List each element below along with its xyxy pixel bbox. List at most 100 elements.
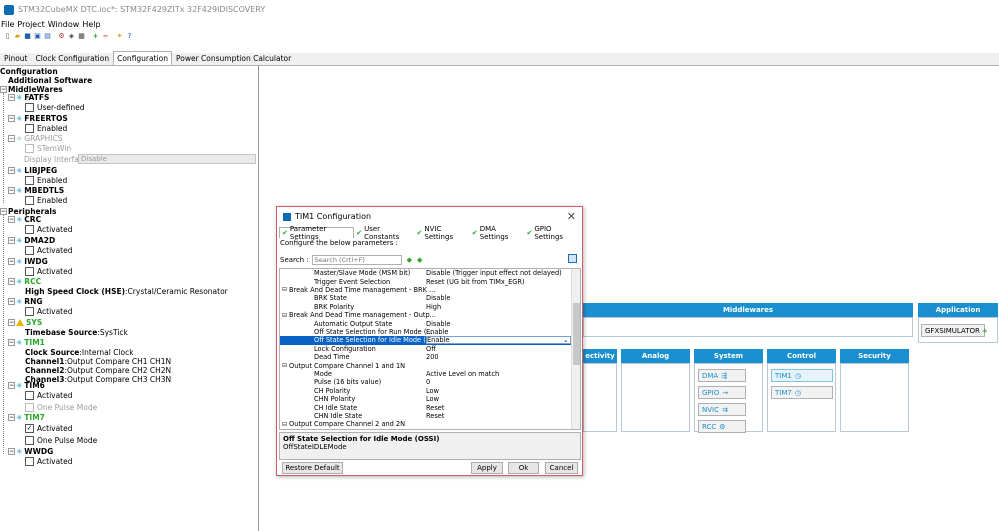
parameter-group-row[interactable]: ⊟ Break And Dead Time management - BRK ..… xyxy=(280,286,571,294)
search-input[interactable] xyxy=(311,254,402,265)
vertical-scrollbar[interactable] xyxy=(571,269,580,429)
save-icon[interactable]: ■ xyxy=(23,32,32,41)
collapse-icon[interactable]: − xyxy=(8,318,15,326)
parameter-row[interactable]: BRK Polarity High xyxy=(280,303,571,311)
collapse-icon[interactable]: − xyxy=(8,186,15,194)
parameter-row[interactable]: CHN Idle State Reset xyxy=(280,412,571,420)
checkbox[interactable] xyxy=(25,435,34,445)
tree-rcc[interactable]: − ✳ RCC xyxy=(8,276,41,286)
collapse-icon[interactable]: ⊟ xyxy=(282,421,287,428)
parameter-group-row[interactable]: ⊟ Break And Dead Time management - Outp..… xyxy=(280,311,571,319)
sys-timebase[interactable]: Timebase Source:SysTick xyxy=(25,327,128,337)
save-as-icon[interactable]: ▣ xyxy=(33,32,42,41)
tab-dma-settings[interactable]: ✔ DMA Settings xyxy=(470,225,525,241)
parameter-row[interactable]: Mode Active Level on match xyxy=(280,370,571,378)
tree-tim7[interactable]: − ✳ TIM7 xyxy=(8,412,45,422)
add-icon[interactable]: + xyxy=(91,32,100,41)
tree-dma2d[interactable]: − ✳ DMA2D xyxy=(8,235,55,245)
checkmark-icon[interactable]: ✓ xyxy=(25,423,34,433)
tab-configuration[interactable]: Configuration xyxy=(113,51,172,65)
parameter-row[interactable]: Off State Selection for Idle Mode (... En… xyxy=(280,336,571,345)
tab-clock-configuration[interactable]: Clock Configuration xyxy=(31,51,113,65)
checkbox[interactable] xyxy=(25,390,34,400)
checkbox[interactable] xyxy=(25,245,34,255)
wwdg-activated[interactable]: Activated xyxy=(25,456,73,466)
collapse-icon[interactable]: − xyxy=(8,381,15,389)
tree-freertos[interactable]: − ✳ FREERTOS xyxy=(8,113,68,123)
checkbox[interactable] xyxy=(25,195,34,205)
collapse-icon[interactable]: ⊟ xyxy=(282,312,287,319)
parameter-value-dropdown[interactable]: Enable xyxy=(426,336,571,345)
parameter-row[interactable]: Pulse (16 bits value) 0 xyxy=(280,378,571,386)
parameter-row[interactable]: CH Polarity Low xyxy=(280,387,571,395)
tree-iwdg[interactable]: − ✳ IWDG xyxy=(8,256,48,266)
checkbox[interactable] xyxy=(25,175,34,185)
tree-fatfs[interactable]: − ✳ FATFS xyxy=(8,92,49,102)
tree-libjpeg[interactable]: − ✳ LIBJPEG xyxy=(8,165,57,175)
checkbox[interactable] xyxy=(25,102,34,112)
report-icon[interactable]: ▦ xyxy=(77,32,86,41)
import-icon[interactable]: ◈ xyxy=(67,32,76,41)
parameter-row[interactable]: Dead Time 200 xyxy=(280,353,571,361)
close-icon[interactable]: ▤ xyxy=(43,32,52,41)
checkbox[interactable] xyxy=(25,306,34,316)
collapse-icon[interactable]: − xyxy=(8,447,15,455)
tree-tim6[interactable]: − ✳ TIM6 xyxy=(8,380,45,390)
about-icon[interactable]: ? xyxy=(125,32,134,41)
libjpeg-enabled[interactable]: Enabled xyxy=(25,175,67,185)
parameter-group-row[interactable]: ⊟ Output Compare Channel 2 and 2N xyxy=(280,420,571,428)
collapse-icon[interactable]: − xyxy=(8,215,15,223)
parameter-row[interactable]: CHN Polarity Low xyxy=(280,395,571,403)
tim7-one-pulse[interactable]: One Pulse Mode xyxy=(25,435,97,445)
open-icon[interactable]: ▰ xyxy=(13,32,22,41)
chevron-down-icon[interactable]: ⌄ xyxy=(563,336,569,344)
tab-gpio-settings[interactable]: ✔ GPIO Settings xyxy=(524,225,580,241)
collapse-icon[interactable]: − xyxy=(8,277,15,285)
tree-crc[interactable]: − ✳ CRC xyxy=(8,214,41,224)
collapse-icon[interactable]: − xyxy=(0,85,7,93)
parameter-row[interactable]: Lock Configuration Off xyxy=(280,345,571,353)
parameter-row[interactable]: Trigger Event Selection Reset (UG bit fro… xyxy=(280,277,571,286)
freertos-enabled[interactable]: Enabled xyxy=(25,123,67,133)
mbedtls-enabled[interactable]: Enabled xyxy=(25,195,67,205)
fatfs-user-defined[interactable]: User-defined xyxy=(25,102,85,112)
parameter-group-row[interactable]: ⊟ Output Compare Channel 1 and 1N xyxy=(280,361,571,370)
generate-icon[interactable]: ⚙ xyxy=(57,32,66,41)
remove-icon[interactable]: − xyxy=(101,32,110,41)
parameter-row[interactable]: BRK State Disable xyxy=(280,294,571,302)
scrollbar-thumb[interactable] xyxy=(573,303,580,365)
collapse-icon[interactable]: − xyxy=(8,236,15,244)
collapse-icon[interactable]: − xyxy=(8,93,15,101)
next-arrow-icon[interactable]: ◆ xyxy=(417,256,422,264)
menu-help[interactable]: Help xyxy=(82,20,100,29)
collapse-icon[interactable]: − xyxy=(0,207,7,215)
tree-tim1[interactable]: − ✳ TIM1 xyxy=(8,337,45,347)
system-nvic-button[interactable]: NVIC ⇉ xyxy=(698,403,746,416)
parameter-row[interactable]: Off State Selection for Run Mode (... Ena… xyxy=(280,328,571,336)
crc-activated[interactable]: Activated xyxy=(25,224,73,234)
tab-parameter-settings[interactable]: ✔ Parameter Settings xyxy=(279,225,355,241)
parameter-row[interactable]: CH Idle State Reset xyxy=(280,403,571,412)
rng-activated[interactable]: Activated xyxy=(25,306,73,316)
checkbox[interactable] xyxy=(25,456,34,466)
collapse-icon[interactable]: ⊟ xyxy=(282,286,287,293)
menu-file[interactable]: File xyxy=(1,20,14,29)
collapse-icon[interactable]: − xyxy=(8,166,15,174)
checkbox[interactable] xyxy=(25,266,34,276)
dma2d-activated[interactable]: Activated xyxy=(25,245,73,255)
previous-arrow-icon[interactable]: ◆ xyxy=(407,256,412,264)
parameter-row[interactable]: Master/Slave Mode (MSM bit) Disable (Trig… xyxy=(280,269,571,277)
apply-button[interactable]: Apply xyxy=(471,462,503,474)
system-dma-button[interactable]: DMA ⇶ xyxy=(698,369,746,382)
system-rcc-button[interactable]: RCC ⚙ xyxy=(698,420,746,433)
collapse-icon[interactable]: − xyxy=(8,114,15,122)
menu-project[interactable]: Project xyxy=(17,20,44,29)
grid-view-icon[interactable] xyxy=(568,254,577,263)
control-tim7-button[interactable]: TIM7 ◷ xyxy=(771,386,833,399)
tree-sys[interactable]: − SYS xyxy=(8,317,42,327)
checkbox[interactable] xyxy=(25,224,34,234)
new-file-icon[interactable]: ▯ xyxy=(3,32,12,41)
tree-rng[interactable]: − ✳ RNG xyxy=(8,296,43,306)
collapse-icon[interactable]: − xyxy=(8,257,15,265)
checkbox[interactable] xyxy=(25,123,34,133)
